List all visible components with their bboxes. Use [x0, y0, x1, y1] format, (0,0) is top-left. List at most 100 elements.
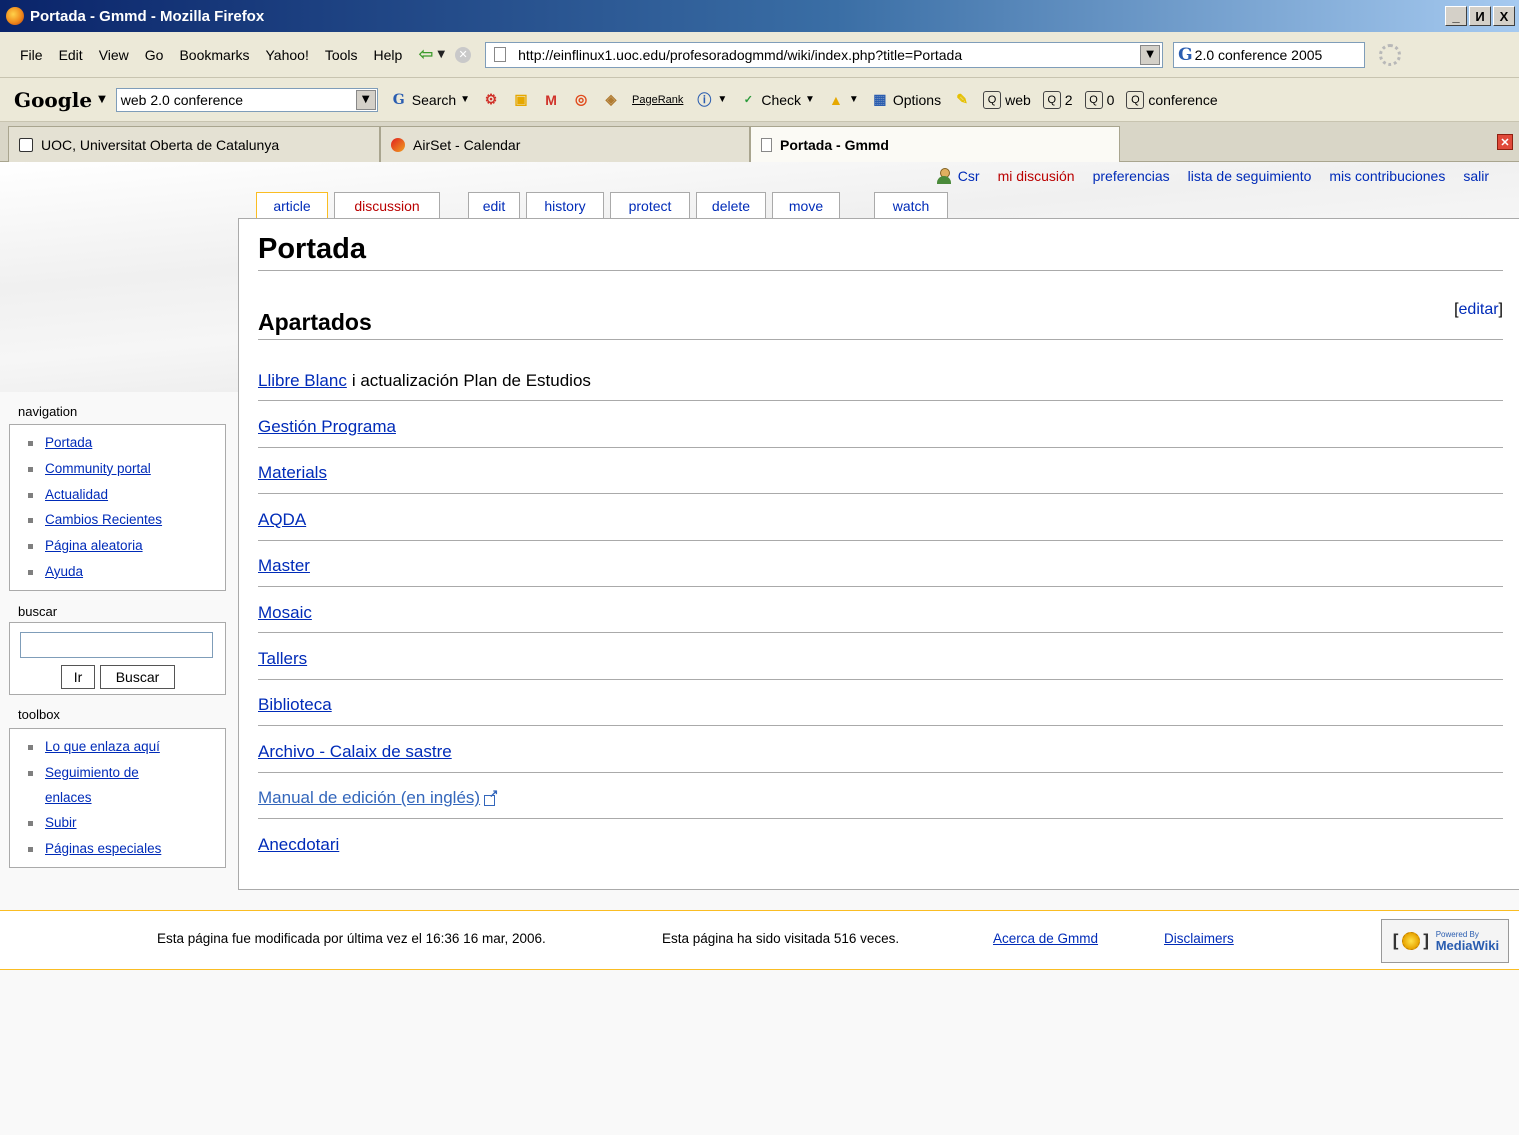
list-item: AQDA	[258, 494, 1503, 541]
minimize-button[interactable]: _	[1445, 6, 1467, 26]
google-g-icon[interactable]: G	[1178, 45, 1193, 65]
tab-uoc[interactable]: UOC, Universitat Oberta de Catalunya	[8, 126, 380, 162]
entry-link[interactable]: Biblioteca	[258, 695, 332, 715]
word-find-conference[interactable]: Q conference	[1126, 90, 1218, 109]
gmail-button[interactable]: M	[542, 91, 560, 109]
pagerank-indicator[interactable]: PageRank	[632, 94, 683, 106]
content-area: Portada [editar] Apartados Llibre Blanc …	[238, 218, 1519, 890]
sidebar-item-cambios-recientes[interactable]: Cambios Recientes	[45, 512, 162, 527]
go-button[interactable]: Ir	[61, 665, 95, 689]
entry-link[interactable]: Archivo - Calaix de sastre	[258, 742, 452, 762]
menu-go[interactable]: Go	[145, 47, 164, 63]
entry-link[interactable]: Master	[258, 556, 310, 576]
section-heading: Apartados	[258, 309, 1503, 340]
menu-tools[interactable]: Tools	[325, 47, 358, 63]
tab-discussion[interactable]: discussion	[334, 192, 440, 218]
tab-history[interactable]: history	[526, 192, 604, 218]
search-dropdown-icon[interactable]: ▼	[460, 94, 470, 105]
back-dropdown-icon[interactable]: ▼	[437, 49, 445, 60]
tab-watch[interactable]: watch	[874, 192, 948, 218]
google-logo[interactable]: Google	[14, 88, 92, 112]
menu-help[interactable]: Help	[374, 47, 403, 63]
check-dropdown-icon[interactable]: ▼	[805, 94, 815, 105]
autofill-dropdown-icon[interactable]: ▼	[849, 94, 859, 105]
list-item: Manual de edición (en inglés)	[258, 773, 1503, 819]
sidebar-item-ayuda[interactable]: Ayuda	[45, 564, 83, 579]
popup-blocker-button[interactable]: ◈	[602, 91, 620, 109]
highlighter-button[interactable]: ✎	[953, 91, 971, 109]
site-search-button[interactable]: ⚙	[482, 91, 500, 109]
sidebar-item-pagina-aleatoria[interactable]: Página aleatoria	[45, 538, 143, 553]
toolbox-special-pages[interactable]: Páginas especiales	[45, 841, 161, 856]
menu-yahoo[interactable]: Yahoo!	[266, 47, 309, 63]
list-item: Biblioteca	[258, 680, 1503, 727]
entry-link[interactable]: Llibre Blanc	[258, 371, 347, 391]
google-query-dropdown-icon[interactable]: ▼	[355, 89, 376, 110]
google-menu-dropdown-icon[interactable]: ▼	[98, 94, 106, 105]
entry-link[interactable]: Tallers	[258, 649, 307, 669]
footer-about-link[interactable]: Acerca de Gmmd	[993, 931, 1098, 946]
sidebar-item-actualidad[interactable]: Actualidad	[45, 487, 108, 502]
entry-link[interactable]: Anecdotari	[258, 835, 339, 855]
word-find-2[interactable]: Q 2	[1042, 90, 1073, 109]
menu-edit[interactable]: Edit	[59, 47, 83, 63]
close-window-button[interactable]: X	[1493, 6, 1515, 26]
powered-by-mediawiki-badge[interactable]: [ ] Powered By MediaWiki	[1381, 919, 1509, 963]
options-button[interactable]: ▦ Options	[871, 91, 941, 109]
my-talk-link[interactable]: mi discusión	[998, 168, 1075, 184]
menu-view[interactable]: View	[99, 47, 129, 63]
spell-check-button[interactable]: ✓ Check ▼	[739, 91, 815, 109]
menu-bookmarks[interactable]: Bookmarks	[179, 47, 249, 63]
footer-disclaimers-link[interactable]: Disclaimers	[1164, 931, 1234, 946]
info-dropdown-icon[interactable]: ▼	[717, 94, 727, 105]
word-find-0[interactable]: Q 0	[1084, 90, 1114, 109]
url-text[interactable]: http://einflinux1.uoc.edu/profesoradogmm…	[518, 47, 962, 63]
navigation-portlet: Portada Community portal Actualidad Camb…	[9, 424, 226, 591]
tab-delete[interactable]: delete	[696, 192, 766, 218]
sidebar-item-community-portal[interactable]: Community portal	[45, 461, 151, 476]
site-search-icon: ⚙	[484, 91, 498, 107]
close-tab-button[interactable]: ✕	[1497, 134, 1513, 150]
sidebar-item-portada[interactable]: Portada	[45, 435, 92, 450]
stop-icon[interactable]: ✕	[455, 46, 472, 63]
entry-link[interactable]: Mosaic	[258, 603, 312, 623]
tab-portada[interactable]: Portada - Gmmd	[750, 126, 1120, 163]
google-search-button[interactable]: G Search ▼	[390, 91, 470, 109]
tab-edit[interactable]: edit	[468, 192, 520, 218]
toolbox-what-links-here[interactable]: Lo que enlaza aquí	[45, 739, 160, 754]
user-name-link[interactable]: Csr	[958, 168, 980, 184]
page-info-button[interactable]: ⓘ ▼	[695, 91, 727, 109]
entry-link[interactable]: AQDA	[258, 510, 306, 530]
back-arrow-icon[interactable]: ⇦	[418, 44, 433, 65]
logout-link[interactable]: salir	[1463, 168, 1489, 184]
entry-link[interactable]: Gestión Programa	[258, 417, 396, 437]
tab-protect[interactable]: protect	[610, 192, 690, 218]
contributions-link[interactable]: mis contribuciones	[1329, 168, 1445, 184]
toolbox-related-changes[interactable]: Seguimiento de enlaces	[45, 765, 139, 805]
search-engine-box[interactable]: G 2.0 conference 2005	[1173, 41, 1366, 68]
tab-airset[interactable]: AirSet - Calendar	[380, 126, 750, 162]
google-search-input[interactable]: web 2.0 conference ▼	[115, 87, 378, 112]
entry-link[interactable]: Materials	[258, 463, 327, 483]
user-link[interactable]: Csr	[936, 168, 980, 184]
tab-move[interactable]: move	[772, 192, 840, 218]
search-input[interactable]	[20, 632, 213, 658]
search-button[interactable]: Buscar	[100, 665, 175, 689]
url-dropdown-icon[interactable]: ▼	[1140, 44, 1161, 65]
toolbox-upload[interactable]: Subir	[45, 815, 77, 830]
preferences-link[interactable]: preferencias	[1093, 168, 1170, 184]
watchlist-link[interactable]: lista de seguimiento	[1188, 168, 1312, 184]
menu-file[interactable]: File	[20, 47, 43, 63]
external-entry-link[interactable]: Manual de edición (en inglés)	[258, 788, 480, 808]
word-find-web-label: web	[1005, 91, 1031, 108]
list-item: Master	[258, 541, 1503, 587]
maximize-button[interactable]: И	[1469, 6, 1491, 26]
news-button[interactable]: ▣	[512, 91, 530, 109]
spellcheck-button[interactable]: ◎	[572, 91, 590, 109]
url-bar[interactable]: http://einflinux1.uoc.edu/profesoradogmm…	[485, 41, 1164, 68]
word-find-web[interactable]: Q web	[983, 90, 1031, 109]
google-query-text[interactable]: web 2.0 conference	[121, 92, 243, 108]
autofill-button[interactable]: ▲ ▼	[827, 91, 859, 109]
search-engine-input[interactable]: 2.0 conference 2005	[1195, 47, 1323, 63]
tab-article[interactable]: article	[256, 192, 328, 219]
